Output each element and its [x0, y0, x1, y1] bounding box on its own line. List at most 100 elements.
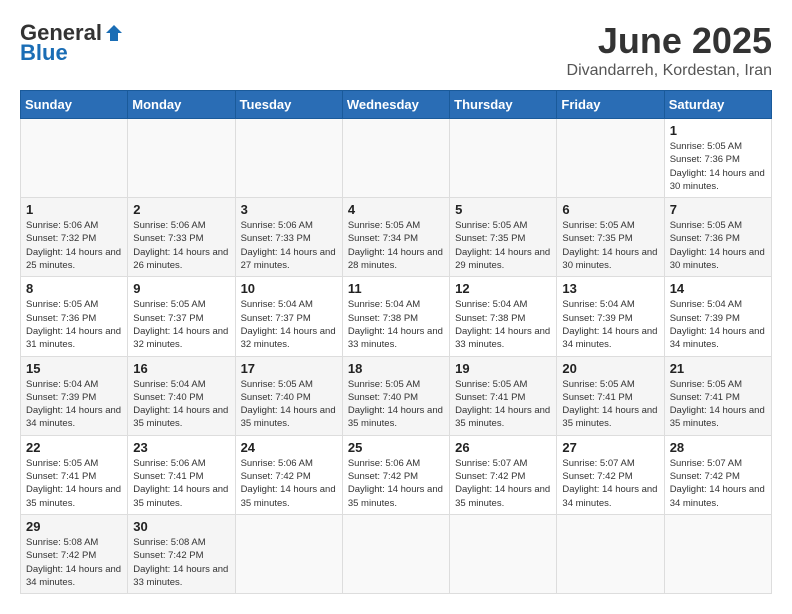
calendar-cell: 26 Sunrise: 5:07 AM Sunset: 7:42 PM Dayl… [450, 435, 557, 514]
day-number: 18 [348, 361, 444, 376]
calendar-cell: 23 Sunrise: 5:06 AM Sunset: 7:41 PM Dayl… [128, 435, 235, 514]
day-number: 16 [133, 361, 229, 376]
weekday-header-wednesday: Wednesday [342, 91, 449, 119]
calendar-cell [450, 514, 557, 593]
calendar-cell: 7 Sunrise: 5:05 AM Sunset: 7:36 PM Dayli… [664, 198, 771, 277]
calendar-cell: 19 Sunrise: 5:05 AM Sunset: 7:41 PM Dayl… [450, 356, 557, 435]
day-info: Sunrise: 5:04 AM Sunset: 7:37 PM Dayligh… [241, 298, 337, 351]
day-info: Sunrise: 5:04 AM Sunset: 7:39 PM Dayligh… [562, 298, 658, 351]
calendar-cell: 30 Sunrise: 5:08 AM Sunset: 7:42 PM Dayl… [128, 514, 235, 593]
day-info: Sunrise: 5:08 AM Sunset: 7:42 PM Dayligh… [133, 536, 229, 589]
calendar-cell [21, 119, 128, 198]
day-number: 22 [26, 440, 122, 455]
day-number: 19 [455, 361, 551, 376]
day-number: 2 [133, 202, 229, 217]
day-number: 13 [562, 281, 658, 296]
day-info: Sunrise: 5:05 AM Sunset: 7:41 PM Dayligh… [26, 457, 122, 510]
logo-icon [104, 23, 124, 43]
calendar-header-row: SundayMondayTuesdayWednesdayThursdayFrid… [21, 91, 772, 119]
day-info: Sunrise: 5:06 AM Sunset: 7:42 PM Dayligh… [348, 457, 444, 510]
day-info: Sunrise: 5:06 AM Sunset: 7:42 PM Dayligh… [241, 457, 337, 510]
day-info: Sunrise: 5:07 AM Sunset: 7:42 PM Dayligh… [670, 457, 766, 510]
calendar-cell: 1 Sunrise: 5:05 AM Sunset: 7:36 PM Dayli… [664, 119, 771, 198]
calendar-cell: 18 Sunrise: 5:05 AM Sunset: 7:40 PM Dayl… [342, 356, 449, 435]
calendar-cell: 14 Sunrise: 5:04 AM Sunset: 7:39 PM Dayl… [664, 277, 771, 356]
day-info: Sunrise: 5:05 AM Sunset: 7:41 PM Dayligh… [562, 378, 658, 431]
day-info: Sunrise: 5:05 AM Sunset: 7:35 PM Dayligh… [562, 219, 658, 272]
day-info: Sunrise: 5:05 AM Sunset: 7:34 PM Dayligh… [348, 219, 444, 272]
calendar-cell [128, 119, 235, 198]
calendar-cell: 9 Sunrise: 5:05 AM Sunset: 7:37 PM Dayli… [128, 277, 235, 356]
day-info: Sunrise: 5:05 AM Sunset: 7:40 PM Dayligh… [241, 378, 337, 431]
calendar-cell: 29 Sunrise: 5:08 AM Sunset: 7:42 PM Dayl… [21, 514, 128, 593]
day-number: 23 [133, 440, 229, 455]
logo-blue-text: Blue [20, 40, 68, 66]
weekday-header-monday: Monday [128, 91, 235, 119]
day-number: 21 [670, 361, 766, 376]
day-info: Sunrise: 5:05 AM Sunset: 7:37 PM Dayligh… [133, 298, 229, 351]
calendar-cell [235, 119, 342, 198]
day-number: 9 [133, 281, 229, 296]
calendar-cell: 20 Sunrise: 5:05 AM Sunset: 7:41 PM Dayl… [557, 356, 664, 435]
calendar-cell: 1 Sunrise: 5:06 AM Sunset: 7:32 PM Dayli… [21, 198, 128, 277]
calendar-cell: 15 Sunrise: 5:04 AM Sunset: 7:39 PM Dayl… [21, 356, 128, 435]
calendar-cell: 3 Sunrise: 5:06 AM Sunset: 7:33 PM Dayli… [235, 198, 342, 277]
calendar-cell: 28 Sunrise: 5:07 AM Sunset: 7:42 PM Dayl… [664, 435, 771, 514]
day-number: 30 [133, 519, 229, 534]
month-title: June 2025 [567, 20, 772, 62]
calendar-cell: 11 Sunrise: 5:04 AM Sunset: 7:38 PM Dayl… [342, 277, 449, 356]
day-number: 7 [670, 202, 766, 217]
day-info: Sunrise: 5:04 AM Sunset: 7:39 PM Dayligh… [26, 378, 122, 431]
day-number: 17 [241, 361, 337, 376]
calendar-cell [450, 119, 557, 198]
day-info: Sunrise: 5:05 AM Sunset: 7:41 PM Dayligh… [670, 378, 766, 431]
day-info: Sunrise: 5:06 AM Sunset: 7:41 PM Dayligh… [133, 457, 229, 510]
day-number: 27 [562, 440, 658, 455]
day-info: Sunrise: 5:06 AM Sunset: 7:33 PM Dayligh… [241, 219, 337, 272]
calendar-week-4: 15 Sunrise: 5:04 AM Sunset: 7:39 PM Dayl… [21, 356, 772, 435]
day-number: 5 [455, 202, 551, 217]
calendar-week-1: 1 Sunrise: 5:05 AM Sunset: 7:36 PM Dayli… [21, 119, 772, 198]
day-info: Sunrise: 5:05 AM Sunset: 7:36 PM Dayligh… [670, 140, 766, 193]
calendar-cell [342, 514, 449, 593]
weekday-header-sunday: Sunday [21, 91, 128, 119]
day-info: Sunrise: 5:05 AM Sunset: 7:40 PM Dayligh… [348, 378, 444, 431]
day-info: Sunrise: 5:04 AM Sunset: 7:38 PM Dayligh… [455, 298, 551, 351]
page-header: General Blue June 2025 Divandarreh, Kord… [20, 20, 772, 80]
calendar-cell [664, 514, 771, 593]
day-number: 24 [241, 440, 337, 455]
day-number: 25 [348, 440, 444, 455]
day-info: Sunrise: 5:04 AM Sunset: 7:39 PM Dayligh… [670, 298, 766, 351]
day-info: Sunrise: 5:05 AM Sunset: 7:36 PM Dayligh… [670, 219, 766, 272]
calendar-week-3: 8 Sunrise: 5:05 AM Sunset: 7:36 PM Dayli… [21, 277, 772, 356]
day-info: Sunrise: 5:05 AM Sunset: 7:36 PM Dayligh… [26, 298, 122, 351]
calendar-cell [557, 119, 664, 198]
day-number: 14 [670, 281, 766, 296]
calendar-cell: 8 Sunrise: 5:05 AM Sunset: 7:36 PM Dayli… [21, 277, 128, 356]
day-number: 10 [241, 281, 337, 296]
calendar-cell: 5 Sunrise: 5:05 AM Sunset: 7:35 PM Dayli… [450, 198, 557, 277]
day-info: Sunrise: 5:08 AM Sunset: 7:42 PM Dayligh… [26, 536, 122, 589]
weekday-header-saturday: Saturday [664, 91, 771, 119]
day-number: 20 [562, 361, 658, 376]
calendar-cell: 16 Sunrise: 5:04 AM Sunset: 7:40 PM Dayl… [128, 356, 235, 435]
day-info: Sunrise: 5:06 AM Sunset: 7:33 PM Dayligh… [133, 219, 229, 272]
day-info: Sunrise: 5:05 AM Sunset: 7:35 PM Dayligh… [455, 219, 551, 272]
day-number: 29 [26, 519, 122, 534]
weekday-header-thursday: Thursday [450, 91, 557, 119]
day-info: Sunrise: 5:04 AM Sunset: 7:38 PM Dayligh… [348, 298, 444, 351]
calendar-cell: 27 Sunrise: 5:07 AM Sunset: 7:42 PM Dayl… [557, 435, 664, 514]
logo: General Blue [20, 20, 124, 66]
day-number: 4 [348, 202, 444, 217]
calendar-week-6: 29 Sunrise: 5:08 AM Sunset: 7:42 PM Dayl… [21, 514, 772, 593]
location-title: Divandarreh, Kordestan, Iran [567, 62, 772, 80]
day-number: 11 [348, 281, 444, 296]
calendar-cell: 13 Sunrise: 5:04 AM Sunset: 7:39 PM Dayl… [557, 277, 664, 356]
day-number: 8 [26, 281, 122, 296]
calendar-week-2: 1 Sunrise: 5:06 AM Sunset: 7:32 PM Dayli… [21, 198, 772, 277]
calendar-cell: 24 Sunrise: 5:06 AM Sunset: 7:42 PM Dayl… [235, 435, 342, 514]
weekday-header-tuesday: Tuesday [235, 91, 342, 119]
calendar-cell: 25 Sunrise: 5:06 AM Sunset: 7:42 PM Dayl… [342, 435, 449, 514]
calendar-cell [342, 119, 449, 198]
calendar-cell: 12 Sunrise: 5:04 AM Sunset: 7:38 PM Dayl… [450, 277, 557, 356]
